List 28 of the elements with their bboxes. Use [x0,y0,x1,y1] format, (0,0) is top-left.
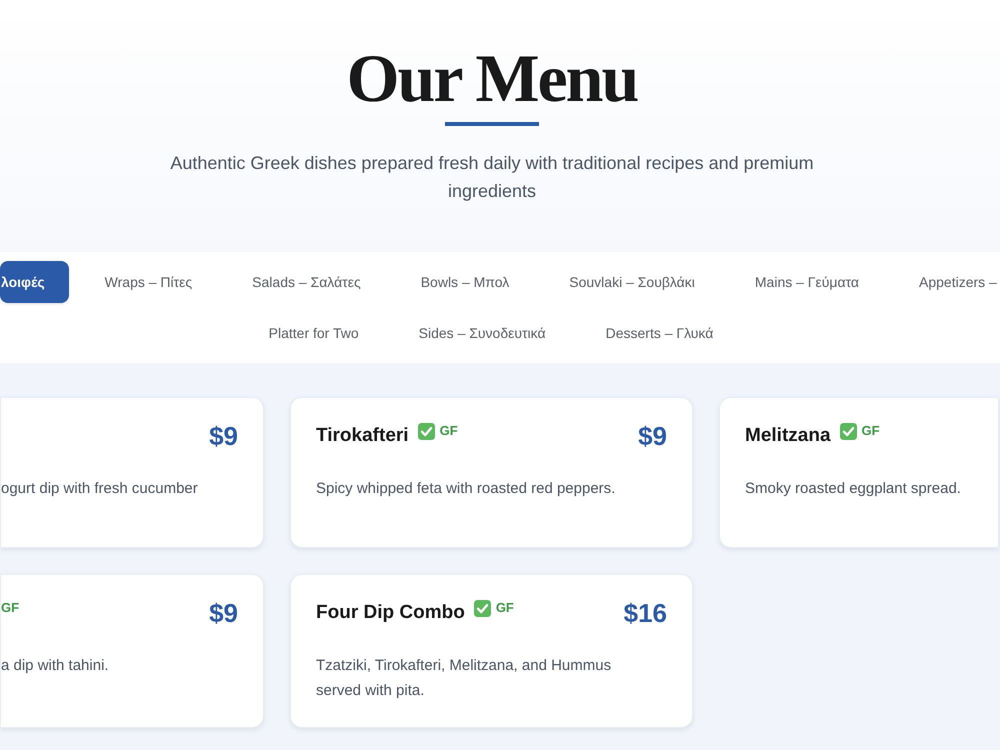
dish-price: $9 [209,599,238,627]
category-tab[interactable]: Mains – Γεύματα [730,261,883,303]
gf-label: GF [496,600,514,616]
category-tab[interactable]: Platter for Two [244,312,383,354]
category-tab[interactable]: Souvlaki – Σουβλάκι [545,261,719,303]
gf-label: GF [1,600,20,616]
category-tab[interactable]: Desserts – Γλυκά [582,312,738,354]
gf-label: GF [862,423,880,439]
page-subtitle: Authentic Greek dishes prepared fresh daily with traditional recipes and premium ingredients [169,152,815,203]
category-tab[interactable]: λοιφές [0,261,69,303]
category-tab[interactable]: Salads – Σαλάτες [228,261,385,303]
dish-price: $16 [624,599,667,627]
gf-label: GF [440,423,458,439]
category-tab[interactable]: Appetizers – [895,261,997,303]
category-tab[interactable]: Bowls – Μπολ [396,261,534,303]
dish-description: a dip with tahini. [1,656,110,676]
dish-description: Smoky roasted eggplant spread. [745,479,962,499]
category-tab[interactable]: Wraps – Πίτες [80,261,216,303]
dish-price: $9 [209,422,238,450]
dish-description: Spicy whipped feta with roasted red peppers. [316,479,616,499]
dish-name: Melitzana [745,424,831,448]
dish-price: $9 [638,422,667,450]
dish-description: ogurt dip with fresh cucumber [1,479,199,499]
dish-name: Tirokafteri [316,424,409,448]
dish-description: Tzatziki, Tirokafteri, Melitzana, and Hummus served with pita. [316,656,612,701]
page-title: Our Menu [346,44,638,112]
category-tab[interactable]: Sides – Συνοδευτικά [394,312,570,354]
dish-name: Four Dip Combo [316,601,465,625]
